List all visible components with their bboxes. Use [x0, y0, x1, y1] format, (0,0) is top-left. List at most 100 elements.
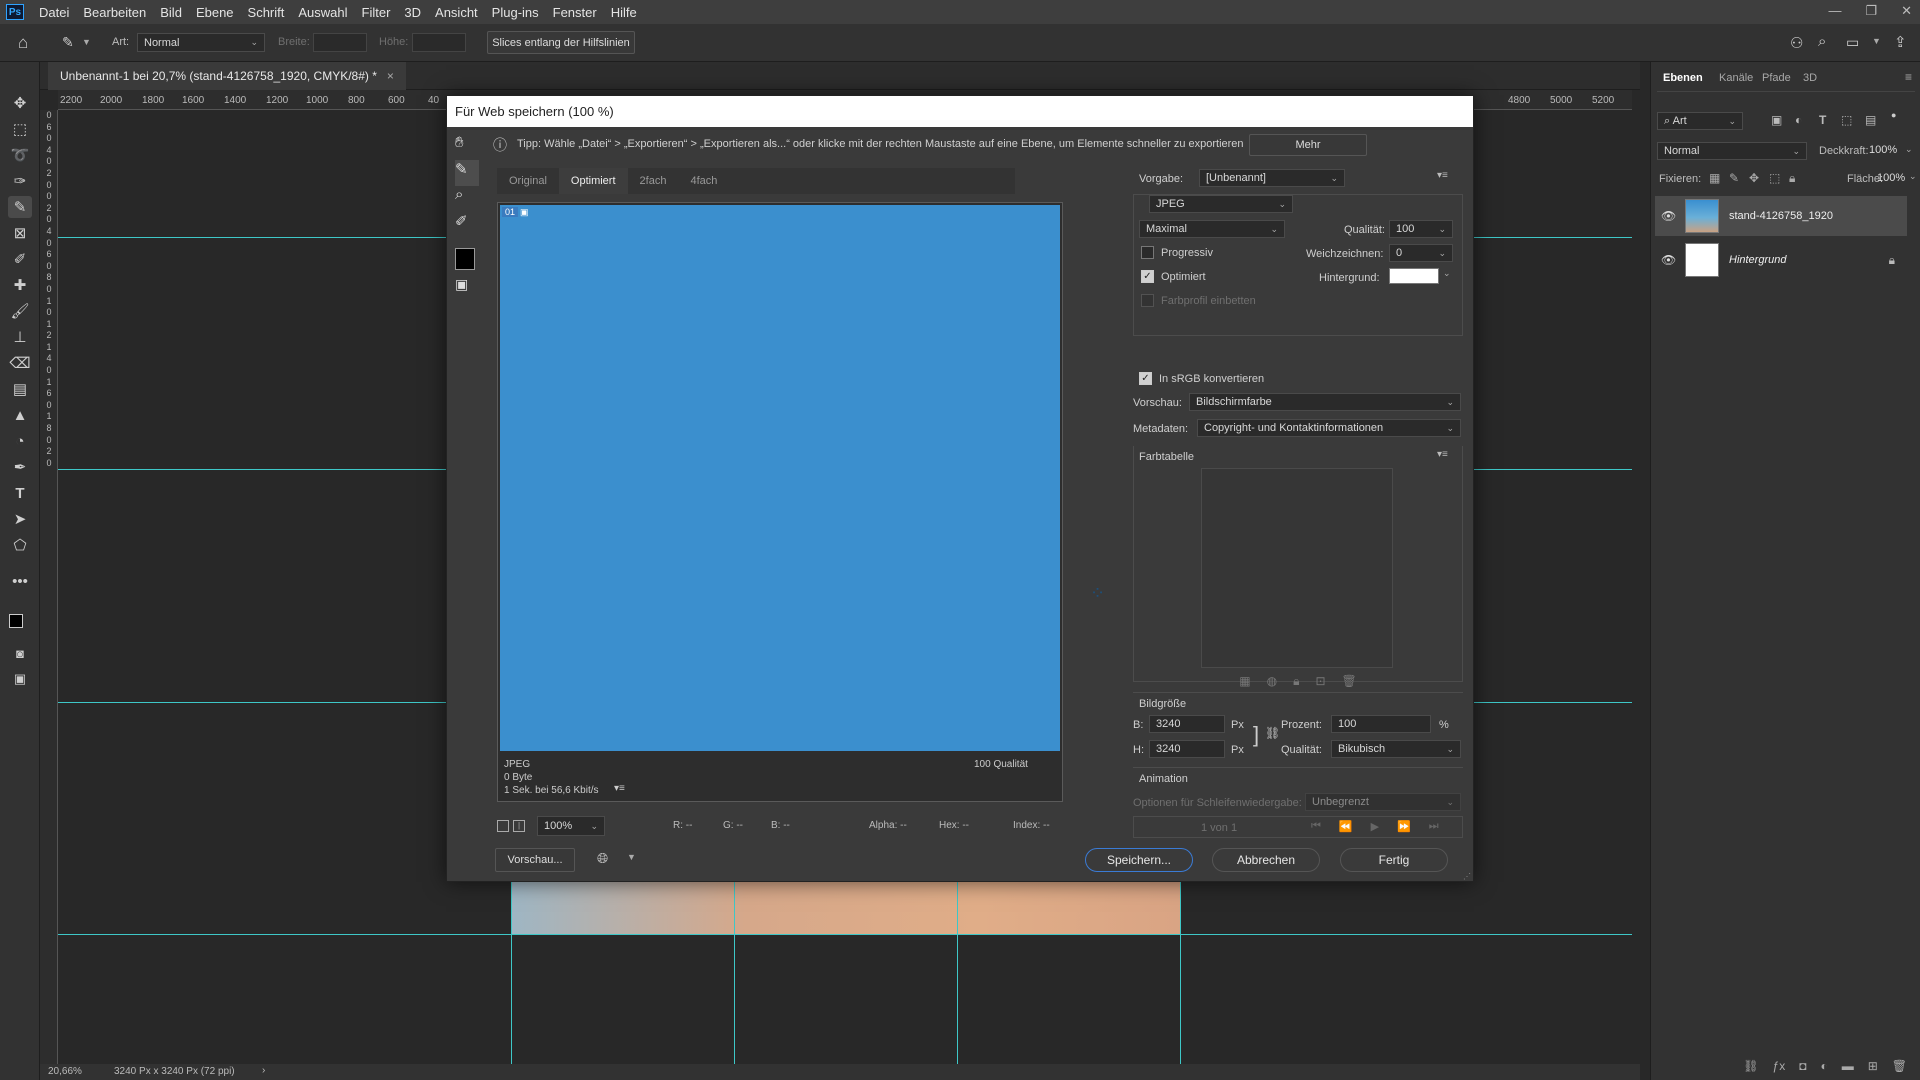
- visibility-eye-icon[interactable]: 👁︎: [1661, 253, 1681, 267]
- preset-menu-icon[interactable]: ▾≡: [1437, 170, 1448, 181]
- new-layer-icon[interactable]: ⊞: [1868, 1059, 1878, 1073]
- format-select[interactable]: JPEG ⌄: [1149, 195, 1293, 213]
- chevron-down-icon[interactable]: ⌄: [1909, 171, 1917, 182]
- menu-bearbeiten[interactable]: Bearbeiten: [76, 5, 153, 20]
- zoom-select[interactable]: 100% ⌄: [537, 816, 605, 836]
- restore-icon[interactable]: ❐: [1865, 3, 1877, 19]
- search-icon[interactable]: ⌕: [1818, 33, 1826, 50]
- lock-all-icon[interactable]: 🔒︎: [1789, 171, 1795, 186]
- guide-line[interactable]: [58, 934, 1632, 935]
- menu-bild[interactable]: Bild: [153, 5, 189, 20]
- slices-from-guides-button[interactable]: Slices entlang der Hilfslinien: [487, 31, 635, 54]
- layer-name[interactable]: stand-4126758_1920: [1729, 210, 1833, 222]
- art-select[interactable]: Normal ⌄: [137, 33, 265, 52]
- home-icon[interactable]: ⌂: [18, 33, 28, 53]
- blur-field[interactable]: 0 ⌄: [1389, 244, 1453, 262]
- document-tab[interactable]: Unbenannt-1 bei 20,7% (stand-4126758_192…: [48, 62, 406, 90]
- move-tool-icon[interactable]: ✥: [8, 92, 32, 114]
- more-tools-icon[interactable]: •••: [8, 570, 32, 592]
- prev-frame-icon[interactable]: ⏪: [1339, 820, 1353, 833]
- menu-ebene[interactable]: Ebene: [189, 5, 241, 20]
- quick-selection-tool-icon[interactable]: ✑: [8, 170, 32, 192]
- filter-type-icon[interactable]: T: [1819, 113, 1826, 127]
- preset-select[interactable]: [Unbenannt] ⌄: [1199, 169, 1345, 187]
- tab-kanaele[interactable]: Kanäle: [1719, 72, 1753, 84]
- menu-plugins[interactable]: Plug-ins: [485, 5, 546, 20]
- cancel-button[interactable]: Abbrechen: [1212, 848, 1320, 872]
- lasso-tool-icon[interactable]: ➰: [8, 144, 32, 166]
- delete-layer-icon[interactable]: 🗑︎: [1892, 1059, 1907, 1073]
- guide-line[interactable]: [957, 880, 958, 1064]
- web-shift-icon[interactable]: ◍: [1267, 674, 1277, 689]
- layer-filter-select[interactable]: ⌕ Art ⌄: [1657, 112, 1743, 130]
- preview-image[interactable]: [500, 205, 1060, 751]
- lock-position-icon[interactable]: ✥: [1749, 171, 1759, 185]
- tab-4fach[interactable]: 4fach: [678, 168, 729, 194]
- status-menu-arrow-icon[interactable]: ›: [262, 1065, 265, 1076]
- menu-schrift[interactable]: Schrift: [241, 5, 292, 20]
- lock-transparency-icon[interactable]: ▦: [1709, 171, 1720, 185]
- visibility-eye-icon[interactable]: 👁︎: [1661, 209, 1681, 223]
- brush-tool-icon[interactable]: 🖌: [8, 300, 32, 322]
- zoom-tool-icon[interactable]: ⌕: [455, 186, 479, 212]
- shape-tool-icon[interactable]: ⬠: [8, 534, 32, 556]
- progressive-checkbox[interactable]: [1141, 246, 1154, 259]
- width-field[interactable]: 3240: [1149, 715, 1225, 733]
- healing-brush-tool-icon[interactable]: ✚: [8, 274, 32, 296]
- new-color-icon[interactable]: ⊡: [1315, 674, 1325, 689]
- preview-in-browser-button[interactable]: Vorschau...: [495, 848, 575, 872]
- chevron-down-icon[interactable]: ⌄: [1443, 268, 1451, 279]
- menu-fenster[interactable]: Fenster: [546, 5, 604, 20]
- workspace-chevron-icon[interactable]: ▼: [1872, 36, 1881, 46]
- pen-tool-icon[interactable]: ✒: [8, 456, 32, 478]
- filter-pixel-icon[interactable]: ▣: [1771, 113, 1782, 127]
- menu-datei[interactable]: Datei: [32, 5, 76, 20]
- slice-tool-icon[interactable]: ✎: [8, 196, 32, 218]
- menu-3d[interactable]: 3D: [397, 5, 428, 20]
- resample-select[interactable]: Bikubisch ⌄: [1331, 740, 1461, 758]
- compression-select[interactable]: Maximal ⌄: [1139, 220, 1285, 238]
- path-selection-tool-icon[interactable]: ➤: [8, 508, 32, 530]
- preview-select[interactable]: Bildschirmfarbe ⌄: [1189, 393, 1461, 411]
- metadata-select[interactable]: Copyright- und Kontaktinformationen ⌄: [1197, 419, 1461, 437]
- fx-icon[interactable]: ƒx: [1773, 1059, 1786, 1073]
- browser-chevron-icon[interactable]: ▼: [627, 852, 636, 862]
- embed-profile-checkbox[interactable]: [1141, 294, 1154, 307]
- width-field[interactable]: [313, 33, 367, 52]
- lock-artboard-icon[interactable]: ⬚: [1769, 171, 1780, 185]
- save-button[interactable]: Speichern...: [1085, 848, 1193, 872]
- filter-adjustment-icon[interactable]: ◐: [1795, 113, 1802, 127]
- browser-icon[interactable]: 🌐︎: [597, 850, 608, 867]
- more-button[interactable]: Mehr: [1249, 134, 1367, 156]
- type-tool-icon[interactable]: T: [8, 482, 32, 504]
- quality-field[interactable]: 100 ⌄: [1389, 220, 1453, 238]
- slice-tool-icon[interactable]: ✎: [62, 34, 74, 51]
- hand-tool-icon[interactable]: ✋︎: [455, 134, 479, 160]
- add-mask-icon[interactable]: ◘: [1799, 1059, 1806, 1073]
- last-frame-icon[interactable]: ⏭: [1429, 820, 1439, 833]
- new-group-icon[interactable]: ▬: [1842, 1059, 1854, 1073]
- layer-row[interactable]: 👁︎ Hintergrund 🔒︎: [1655, 240, 1907, 280]
- split-view-icon[interactable]: |: [513, 820, 525, 832]
- optimized-checkbox[interactable]: ✓: [1141, 270, 1154, 283]
- close-icon[interactable]: ✕: [1901, 3, 1912, 19]
- eraser-tool-icon[interactable]: ⌫: [8, 352, 32, 374]
- next-frame-icon[interactable]: ⏩: [1397, 820, 1411, 833]
- dodge-tool-icon[interactable]: ◔: [8, 430, 32, 452]
- color-table-area[interactable]: [1201, 468, 1393, 668]
- percent-field[interactable]: 100: [1331, 715, 1431, 733]
- single-view-icon[interactable]: [497, 820, 509, 832]
- layer-row[interactable]: 👁︎ stand-4126758_1920: [1655, 196, 1907, 236]
- map-transparency-icon[interactable]: ▦: [1239, 674, 1250, 689]
- guide-line[interactable]: [734, 880, 735, 1064]
- frame-tool-icon[interactable]: ⊠: [8, 222, 32, 244]
- tab-2fach[interactable]: 2fach: [628, 168, 679, 194]
- minimize-icon[interactable]: —: [1828, 3, 1841, 19]
- play-icon[interactable]: ▶: [1371, 820, 1379, 833]
- gradient-tool-icon[interactable]: ▤: [8, 378, 32, 400]
- guide-line[interactable]: [511, 880, 512, 1064]
- tab-optimiert[interactable]: Optimiert: [558, 168, 628, 194]
- lock-image-icon[interactable]: ✎: [1729, 171, 1739, 185]
- screen-mode-icon[interactable]: ▣: [8, 668, 32, 690]
- share-icon[interactable]: ⇪: [1894, 33, 1907, 51]
